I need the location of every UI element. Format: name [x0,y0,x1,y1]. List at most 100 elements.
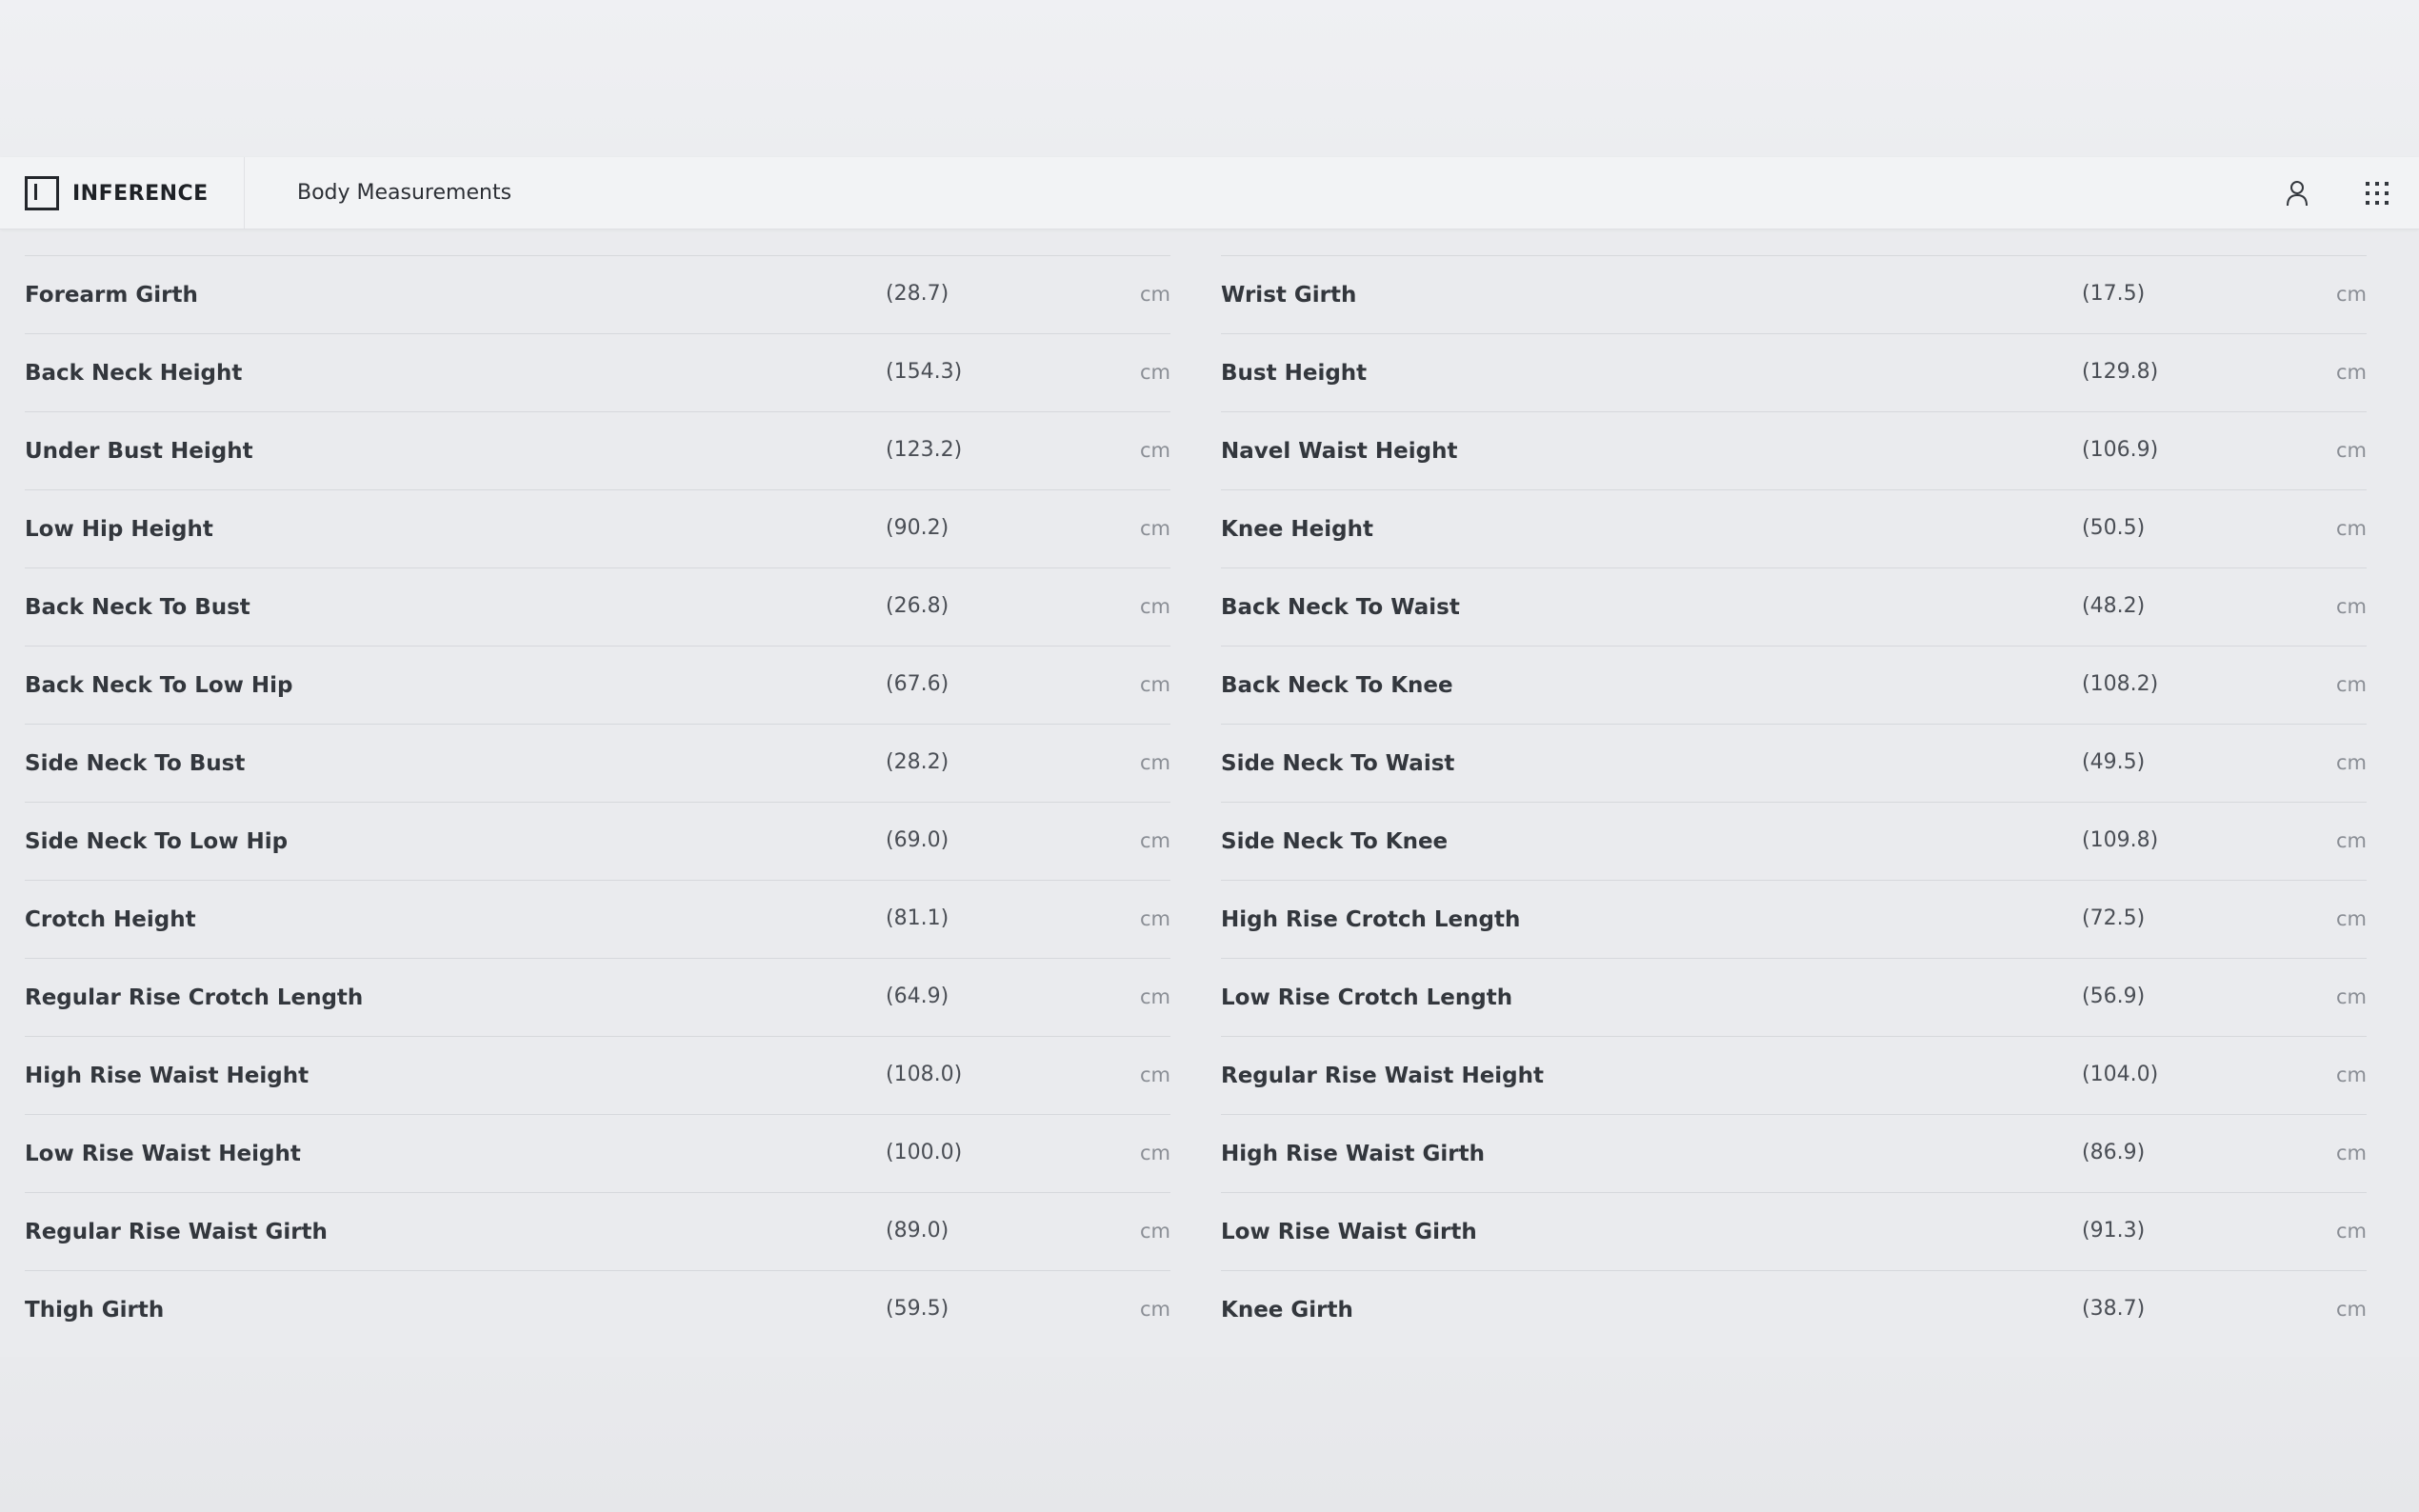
measurement-row: Knee Girth (38.7) cm [1221,1270,2367,1348]
measurement-unit: cm [2335,439,2367,462]
measurement-value: (56.9) [2082,985,2146,1008]
measurement-label: Back Neck Height [25,361,243,386]
measurement-row: Regular Rise Crotch Length (64.9) cm [25,958,1170,1036]
measurement-unit: cm [1139,517,1170,540]
measurement-label: Knee Girth [1221,1298,1353,1323]
measurement-value: (90.2) [886,516,950,540]
measurements-panel: Forearm Girth (28.7) cm Back Neck Height (15… [0,229,2419,1357]
measurement-unit: cm [1139,439,1170,462]
measurement-value: (109.8) [2082,828,2159,852]
measurement-value: (108.2) [2082,672,2159,696]
measurement-unit: cm [1139,361,1170,384]
measurement-label: High Rise Crotch Length [1221,907,1521,932]
measurement-label: Thigh Girth [25,1298,165,1323]
measurement-unit: cm [1139,985,1170,1008]
header-divider [244,157,245,229]
measurement-label: High Rise Waist Height [25,1064,310,1088]
measurement-value: (26.8) [886,594,950,618]
measurement-row: High Rise Waist Girth (86.9) cm [1221,1114,2367,1192]
backdrop-top [0,0,2419,157]
measurement-unit: cm [2335,1064,2367,1086]
measurement-unit: cm [2335,985,2367,1008]
measurement-unit: cm [1139,829,1170,852]
measurement-unit: cm [2335,1298,2367,1321]
measurement-unit: cm [2335,517,2367,540]
measurement-row: Regular Rise Waist Height (104.0) cm [1221,1036,2367,1114]
logo-text: INFERENCE [72,181,209,206]
page-title: Body Measurements [297,181,512,205]
measurement-label: Regular Rise Waist Height [1221,1064,1545,1088]
logo-mark-icon [25,176,59,210]
measurement-label: Back Neck To Bust [25,595,250,620]
measurements-left-column: Forearm Girth (28.7) cm Back Neck Height (15… [25,255,1170,1348]
measurement-value: (17.5) [2082,282,2146,306]
measurement-unit: cm [2335,361,2367,384]
measurement-unit: cm [1139,1220,1170,1243]
measurement-label: Low Rise Waist Girth [1221,1220,1477,1244]
measurement-label: Wrist Girth [1221,283,1357,308]
measurement-label: Crotch Height [25,907,196,932]
measurement-value: (28.2) [886,750,950,774]
measurement-label: Side Neck To Bust [25,751,246,776]
measurement-row: Side Neck To Knee (109.8) cm [1221,802,2367,880]
measurement-value: (129.8) [2082,360,2159,384]
measurement-value: (108.0) [886,1063,963,1086]
measurement-label: Back Neck To Waist [1221,595,1460,620]
measurement-value: (28.7) [886,282,950,306]
measurement-value: (64.9) [886,985,950,1008]
measurement-label: Forearm Girth [25,283,198,308]
measurement-row: Low Rise Crotch Length (56.9) cm [1221,958,2367,1036]
measurement-unit: cm [2335,595,2367,618]
measurement-unit: cm [1139,751,1170,774]
measurement-unit: cm [2335,1142,2367,1164]
measurement-row: Navel Waist Height (106.9) cm [1221,411,2367,489]
measurement-label: Back Neck To Low Hip [25,673,293,698]
measurement-label: Under Bust Height [25,439,253,464]
measurement-row: Bust Height (129.8) cm [1221,333,2367,411]
measurement-row: Low Rise Waist Height (100.0) cm [25,1114,1170,1192]
measurement-unit: cm [1139,1298,1170,1321]
measurement-label: Back Neck To Knee [1221,673,1453,698]
measurement-label: High Rise Waist Girth [1221,1142,1485,1166]
measurement-label: Low Rise Crotch Length [1221,985,1513,1010]
measurement-unit: cm [2335,283,2367,306]
apps-grid-icon[interactable] [2362,178,2392,209]
logo[interactable]: INFERENCE [25,174,209,212]
measurement-row: Low Rise Waist Girth (91.3) cm [1221,1192,2367,1270]
measurement-value: (81.1) [886,906,950,930]
measurement-label: Knee Height [1221,517,1373,542]
measurement-row: Forearm Girth (28.7) cm [25,255,1170,333]
measurement-unit: cm [1139,283,1170,306]
measurement-unit: cm [2335,907,2367,930]
measurement-row: Back Neck To Knee (108.2) cm [1221,646,2367,724]
measurement-value: (69.0) [886,828,950,852]
measurement-unit: cm [1139,1142,1170,1164]
measurement-unit: cm [2335,829,2367,852]
measurement-label: Regular Rise Crotch Length [25,985,364,1010]
measurement-value: (104.0) [2082,1063,2159,1086]
user-icon[interactable] [2282,178,2312,209]
measurement-value: (100.0) [886,1141,963,1164]
measurement-row: Back Neck To Low Hip (67.6) cm [25,646,1170,724]
measurement-label: Low Rise Waist Height [25,1142,301,1166]
measurement-value: (89.0) [886,1219,950,1243]
measurement-value: (154.3) [886,360,963,384]
measurement-unit: cm [1139,673,1170,696]
measurement-label: Regular Rise Waist Girth [25,1220,328,1244]
measurement-value: (59.5) [886,1297,950,1321]
measurement-label: Bust Height [1221,361,1368,386]
measurement-unit: cm [1139,1064,1170,1086]
measurement-label: Side Neck To Waist [1221,751,1455,776]
measurement-row: Back Neck Height (154.3) cm [25,333,1170,411]
measurement-row: High Rise Waist Height (108.0) cm [25,1036,1170,1114]
measurement-row: Regular Rise Waist Girth (89.0) cm [25,1192,1170,1270]
measurement-row: Side Neck To Bust (28.2) cm [25,724,1170,802]
measurement-row: Wrist Girth (17.5) cm [1221,255,2367,333]
measurement-value: (91.3) [2082,1219,2146,1243]
measurement-value: (50.5) [2082,516,2146,540]
measurement-unit: cm [1139,907,1170,930]
top-header: INFERENCE Body Measurements [0,157,2419,229]
measurement-value: (49.5) [2082,750,2146,774]
measurement-value: (72.5) [2082,906,2146,930]
backdrop-bottom [0,1357,2419,1512]
